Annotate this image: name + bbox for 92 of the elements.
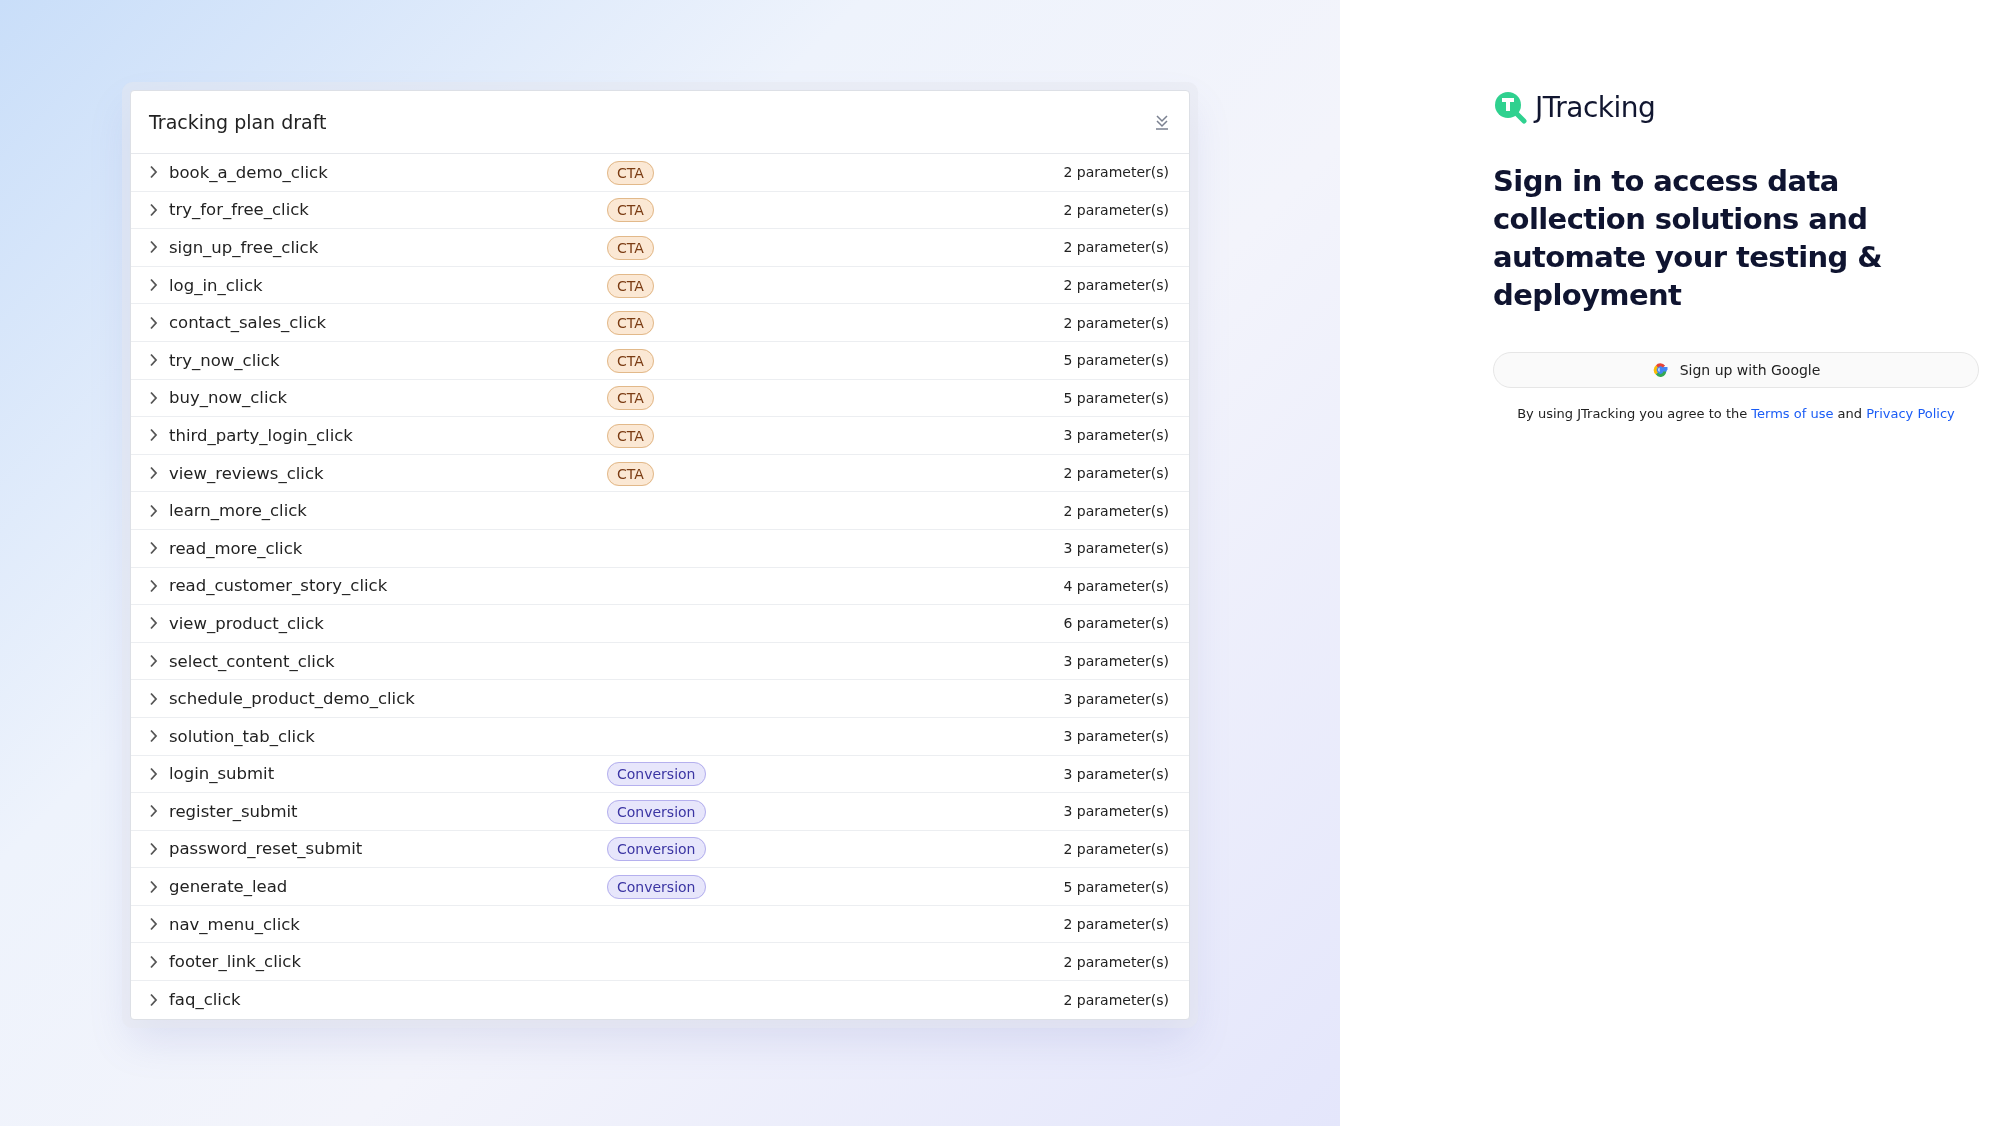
chevron-right-icon[interactable] xyxy=(148,165,158,180)
chevron-right-icon[interactable] xyxy=(148,315,158,330)
sign-in-heading: Sign in to access data collection solutions and automate your testing & deployment xyxy=(1493,163,1883,314)
event-name: view_product_click xyxy=(169,613,325,633)
chevron-right-icon[interactable] xyxy=(148,766,158,781)
chevron-right-icon[interactable] xyxy=(148,353,158,368)
parameter-count: 5 parameter(s) xyxy=(1063,352,1169,369)
event-name: buy_now_click xyxy=(169,388,289,408)
parameter-count: 4 parameter(s) xyxy=(1063,577,1169,594)
chevron-right-icon[interactable] xyxy=(148,616,158,631)
parameter-count: 3 parameter(s) xyxy=(1063,728,1169,745)
event-name: third_party_login_click xyxy=(169,425,354,445)
event-name: try_now_click xyxy=(169,350,281,370)
parameter-count: 3 parameter(s) xyxy=(1063,803,1169,820)
event-name: log_in_click xyxy=(169,275,264,295)
parameter-count: 3 parameter(s) xyxy=(1063,427,1169,444)
chevron-right-icon[interactable] xyxy=(148,390,158,405)
event-tag: CTA xyxy=(607,461,654,486)
chevron-right-icon[interactable] xyxy=(148,879,158,894)
parameter-count: 3 parameter(s) xyxy=(1063,765,1169,782)
parameter-count: 2 parameter(s) xyxy=(1063,239,1169,256)
legal-link[interactable]: Privacy Policy xyxy=(1866,406,1955,421)
event-name: schedule_product_demo_click xyxy=(169,689,416,709)
event-tag: CTA xyxy=(607,423,654,448)
event-name: register_submit xyxy=(169,801,299,821)
legal-link[interactable]: Terms of use xyxy=(1751,406,1834,421)
parameter-count: 5 parameter(s) xyxy=(1063,878,1169,895)
event-tag: CTA xyxy=(607,386,654,411)
parameter-count: 3 parameter(s) xyxy=(1063,690,1169,707)
parameter-count: 2 parameter(s) xyxy=(1063,201,1169,218)
parameter-count: 2 parameter(s) xyxy=(1063,314,1169,331)
chevron-right-icon[interactable] xyxy=(148,992,158,1007)
parameter-count: 2 parameter(s) xyxy=(1063,953,1169,970)
event-tag: Conversion xyxy=(607,799,706,824)
parameter-count: 2 parameter(s) xyxy=(1063,841,1169,857)
event-tag: Conversion xyxy=(607,762,706,787)
chevron-right-icon[interactable] xyxy=(148,578,158,593)
chevron-right-icon[interactable] xyxy=(148,954,158,969)
chevron-right-icon[interactable] xyxy=(148,503,158,518)
event-name: faq_click xyxy=(169,990,242,1010)
chevron-right-icon[interactable] xyxy=(148,428,158,443)
parameter-count: 2 parameter(s) xyxy=(1063,916,1169,933)
event-tag: CTA xyxy=(607,160,654,185)
event-name: select_content_click xyxy=(169,651,336,671)
chevron-right-icon[interactable] xyxy=(148,729,158,744)
logo-icon xyxy=(1493,90,1527,124)
event-name: nav_menu_click xyxy=(169,914,301,934)
chevron-right-icon[interactable] xyxy=(148,842,158,856)
terms-notice: By using JTracking you agree to the Terms of use and Privacy Policy xyxy=(1516,406,1956,421)
google-sign-up-button[interactable]: Sign up with Google xyxy=(1493,352,1979,388)
event-tag: CTA xyxy=(607,311,654,336)
chevron-right-icon[interactable] xyxy=(148,804,158,819)
chevron-right-icon[interactable] xyxy=(148,654,158,668)
parameter-count: 5 parameter(s) xyxy=(1063,389,1169,406)
parameter-count: 6 parameter(s) xyxy=(1063,615,1169,632)
event-name: footer_link_click xyxy=(169,952,302,972)
event-name: generate_lead xyxy=(169,877,289,897)
event-tag: CTA xyxy=(607,273,654,298)
event-name: sign_up_free_click xyxy=(169,238,320,257)
event-tag: CTA xyxy=(607,236,654,260)
event-tag: Conversion xyxy=(607,837,706,862)
event-name: solution_tab_click xyxy=(169,726,316,746)
brand-name: JTracking xyxy=(1535,90,1656,124)
parameter-count: 3 parameter(s) xyxy=(1063,540,1169,557)
event-name: read_customer_story_click xyxy=(169,576,389,596)
chevron-right-icon[interactable] xyxy=(148,917,158,932)
event-name: read_more_click xyxy=(169,538,304,558)
collapse-all-icon[interactable] xyxy=(1155,114,1169,130)
parameter-count: 2 parameter(s) xyxy=(1063,277,1169,294)
event-name: view_reviews_click xyxy=(169,463,325,483)
chevron-right-icon[interactable] xyxy=(148,541,158,556)
chevron-right-icon[interactable] xyxy=(148,691,158,706)
event-tag: Conversion xyxy=(607,875,706,900)
event-name: try_for_free_click xyxy=(169,200,310,220)
event-name: contact_sales_click xyxy=(169,313,328,333)
event-name: learn_more_click xyxy=(169,501,308,521)
event-name: book_a_demo_click xyxy=(169,162,329,182)
event-tag: CTA xyxy=(607,348,654,373)
parameter-count: 2 parameter(s) xyxy=(1063,991,1169,1008)
parameter-count: 3 parameter(s) xyxy=(1063,653,1169,669)
chevron-right-icon[interactable] xyxy=(148,240,158,255)
chevron-right-icon[interactable] xyxy=(148,278,158,293)
chevron-right-icon[interactable] xyxy=(148,202,158,217)
parameter-count: 2 parameter(s) xyxy=(1063,164,1169,181)
event-name: login_submit xyxy=(169,764,276,784)
event-name: password_reset_submit xyxy=(169,839,364,859)
google-icon xyxy=(1651,361,1670,379)
chevron-right-icon[interactable] xyxy=(148,466,158,481)
parameter-count: 2 parameter(s) xyxy=(1063,465,1169,482)
parameter-count: 2 parameter(s) xyxy=(1063,502,1169,519)
event-tag: CTA xyxy=(607,198,654,223)
card-title: Tracking plan draft xyxy=(149,111,327,133)
